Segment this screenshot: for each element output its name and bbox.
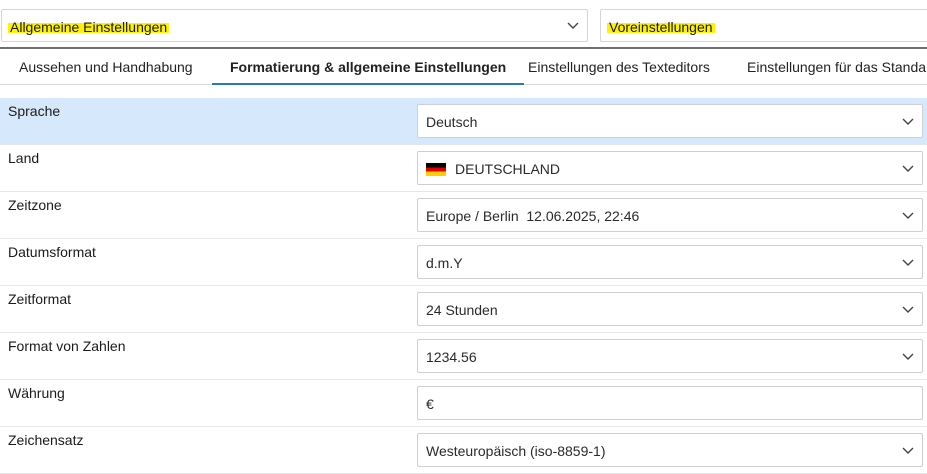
row-label: Zeichensatz xyxy=(8,432,84,448)
presets-value: Voreinstellungen xyxy=(607,19,715,35)
row-zahlenformat: Format von Zahlen 1234.56 xyxy=(0,333,927,380)
date-format-select[interactable]: d.m.Y xyxy=(417,245,923,279)
timezone-select[interactable]: Europe / Berlin 12.06.2025, 22:46 xyxy=(417,198,923,232)
chevron-down-icon xyxy=(902,259,914,267)
country-select[interactable]: DEUTSCHLAND xyxy=(417,151,923,185)
row-label: Datumsformat xyxy=(8,244,96,260)
row-label: Format von Zahlen xyxy=(8,338,126,354)
field-value: Deutsch xyxy=(426,114,478,130)
field-value: Europe / Berlin 12.06.2025, 22:46 xyxy=(426,208,640,224)
tab-aussehen[interactable]: Aussehen und Handhabung xyxy=(19,49,193,84)
row-sprache: Sprache Deutsch xyxy=(0,98,927,145)
chevron-down-icon xyxy=(902,212,914,220)
chevron-down-icon xyxy=(902,306,914,314)
row-label: Zeitformat xyxy=(8,291,72,307)
settings-category-value: Allgemeine Einstellungen xyxy=(8,19,170,35)
field-value: 1234.56 xyxy=(426,349,477,365)
chevron-down-icon xyxy=(902,447,914,455)
tab-formatierung[interactable]: Formatierung & allgemeine Einstellungen xyxy=(211,49,525,85)
chevron-down-icon xyxy=(567,22,579,30)
chevron-down-icon xyxy=(902,165,914,173)
field-value: Westeuropäisch (iso-8859-1) xyxy=(426,443,606,459)
field-value: € xyxy=(426,396,434,412)
germany-flag-icon xyxy=(426,163,446,176)
row-label: Währung xyxy=(8,385,65,401)
top-bar: Allgemeine Einstellungen Voreinstellunge… xyxy=(0,0,927,48)
number-format-select[interactable]: 1234.56 xyxy=(417,339,923,373)
field-value: 24 Stunden xyxy=(426,302,498,318)
field-value: d.m.Y xyxy=(426,255,463,271)
row-zeitzone: Zeitzone Europe / Berlin 12.06.2025, 22:… xyxy=(0,192,927,239)
row-land: Land DEUTSCHLAND xyxy=(0,145,927,192)
field-value: DEUTSCHLAND xyxy=(455,161,561,177)
presets-select[interactable]: Voreinstellungen xyxy=(600,9,927,42)
row-label: Land xyxy=(8,150,40,166)
row-datumsformat: Datumsformat d.m.Y xyxy=(0,239,927,286)
row-label: Sprache xyxy=(8,103,61,119)
tab-bar: Aussehen und Handhabung Formatierung & a… xyxy=(0,49,927,85)
tab-texteditor[interactable]: Einstellungen des Texteditors xyxy=(528,49,710,84)
language-select[interactable]: Deutsch xyxy=(417,104,923,138)
row-zeichensatz: Zeichensatz Westeuropäisch (iso-8859-1) xyxy=(0,427,927,474)
row-label: Zeitzone xyxy=(8,197,62,213)
chevron-down-icon xyxy=(902,353,914,361)
charset-select[interactable]: Westeuropäisch (iso-8859-1) xyxy=(417,433,923,467)
currency-input[interactable]: € xyxy=(417,386,923,420)
chevron-down-icon xyxy=(902,118,914,126)
row-zeitformat: Zeitformat 24 Stunden xyxy=(0,286,927,333)
time-format-select[interactable]: 24 Stunden xyxy=(417,292,923,326)
tab-standard[interactable]: Einstellungen für das Standa xyxy=(747,49,926,84)
row-waehrung: Währung € xyxy=(0,380,927,427)
settings-category-select[interactable]: Allgemeine Einstellungen xyxy=(1,9,588,42)
